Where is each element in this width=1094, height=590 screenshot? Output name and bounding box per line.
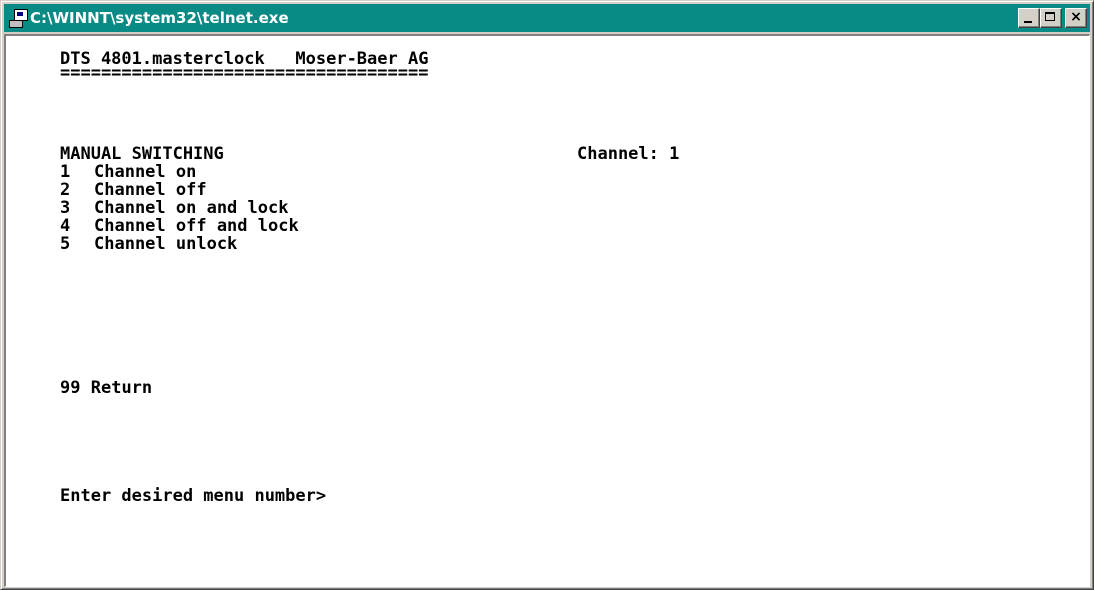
- menu-item: 4 Channel off and lock: [60, 217, 299, 235]
- telnet-app-icon[interactable]: [9, 9, 28, 28]
- minimize-icon: [1024, 21, 1032, 23]
- return-item-label: Return: [90, 378, 153, 398]
- maximize-button[interactable]: [1040, 8, 1062, 28]
- menu-item-number: 4: [60, 216, 71, 236]
- minimize-button[interactable]: [1018, 8, 1040, 28]
- command-prompt: Enter desired menu number>: [60, 486, 327, 506]
- terminal-text: DTS 4801.masterclock Moser-Baer AG =====…: [60, 44, 679, 505]
- menu-item: 1 Channel on: [60, 163, 196, 181]
- menu-item-number: 1: [60, 162, 71, 182]
- menu-item-label: Channel unlock: [94, 234, 238, 254]
- telnet-window: C:\WINNT\system32\telnet.exe × DTS 4801.…: [0, 0, 1094, 590]
- menu-item: 2 Channel off: [60, 181, 207, 199]
- menu-item: 3 Channel on and lock: [60, 199, 288, 217]
- close-button[interactable]: ×: [1065, 8, 1087, 28]
- return-item: 99 Return: [60, 379, 152, 397]
- menu-item-label: Channel on and lock: [94, 198, 289, 218]
- close-icon: ×: [1070, 9, 1082, 25]
- window-title: C:\WINNT\system32\telnet.exe: [30, 9, 289, 27]
- terminal-area[interactable]: DTS 4801.masterclock Moser-Baer AG =====…: [4, 34, 1090, 587]
- title-bar[interactable]: C:\WINNT\system32\telnet.exe ×: [4, 4, 1090, 32]
- menu-item-number: 2: [60, 180, 71, 200]
- channel-status: Channel: 1: [577, 144, 680, 164]
- header-separator: ====================================: [60, 63, 429, 83]
- section-title: MANUAL SWITCHING: [60, 144, 224, 164]
- window-controls: ×: [1018, 8, 1087, 28]
- maximize-icon: [1045, 12, 1055, 21]
- menu-item-label: Channel off and lock: [94, 216, 299, 236]
- menu-item-label: Channel on: [94, 162, 197, 182]
- return-item-number: 99: [60, 378, 81, 398]
- menu-item-label: Channel off: [94, 180, 207, 200]
- menu-item: 5 Channel unlock: [60, 235, 237, 253]
- menu-item-number: 5: [60, 234, 71, 254]
- menu-item-number: 3: [60, 198, 71, 218]
